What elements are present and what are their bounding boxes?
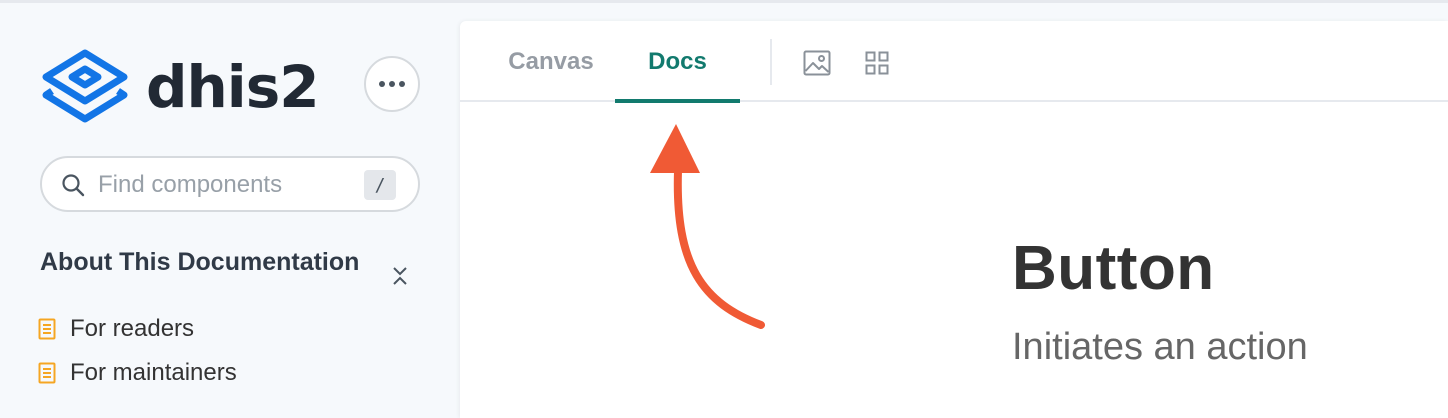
annotation-arrow-icon — [650, 124, 765, 329]
section-title[interactable]: About This Documentation — [40, 246, 360, 279]
document-icon — [38, 318, 56, 340]
preview-panel: Canvas Docs Button Initiates an action — [460, 21, 1448, 418]
document-icon — [38, 362, 56, 384]
sidebar: dhis2 / About This Documentation For rea… — [0, 3, 460, 418]
dhis2-logo-icon — [42, 49, 128, 123]
collapse-icon[interactable] — [390, 265, 410, 287]
sidebar-item-label: For readers — [70, 315, 195, 342]
dot-icon — [389, 81, 395, 87]
search-icon — [62, 174, 85, 197]
search-shortcut-key: / — [364, 170, 396, 200]
dot-icon — [379, 81, 385, 87]
sidebar-item-for-maintainers[interactable]: For maintainers — [38, 359, 237, 387]
sidebar-item-label: For maintainers — [70, 359, 237, 386]
image-icon[interactable] — [803, 50, 831, 76]
grid-icon[interactable] — [865, 51, 889, 75]
brand-logo[interactable]: dhis2 — [40, 47, 320, 127]
search-box[interactable]: / — [40, 156, 420, 212]
sidebar-item-for-readers[interactable]: For readers — [38, 315, 194, 343]
component-title: Button — [1012, 234, 1215, 303]
search-input[interactable] — [98, 170, 348, 200]
brand-name: dhis2 — [146, 53, 320, 121]
more-options-button[interactable] — [364, 56, 420, 112]
component-description: Initiates an action — [1012, 326, 1308, 368]
dot-icon — [399, 81, 405, 87]
